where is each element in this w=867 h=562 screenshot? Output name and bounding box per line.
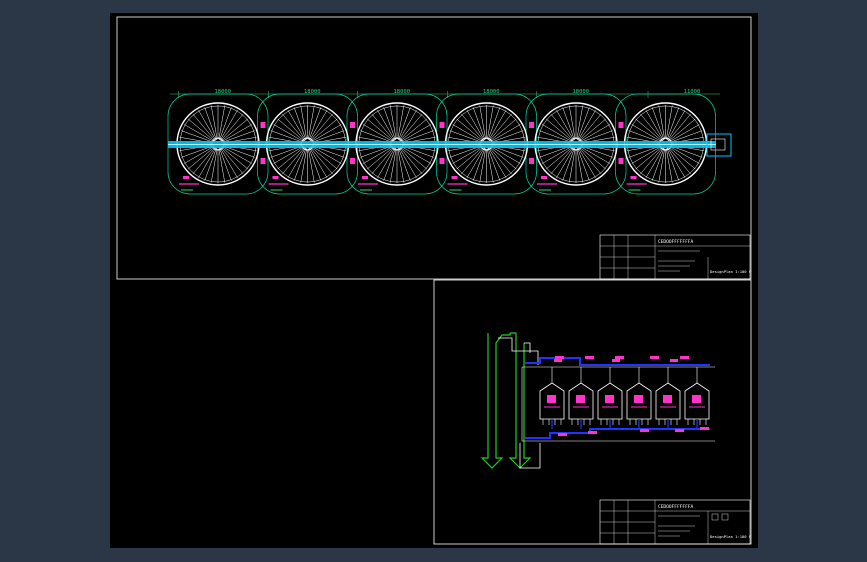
annotation-mark [183, 176, 189, 179]
bottom-drawing-frame [433, 279, 752, 545]
cad-drawing-canvas[interactable]: 18000 18000 18000 18000 18000 11000 CEDO… [110, 13, 758, 548]
title-block-bottom: CEDOOFFFFFFFA DesignPlan 1:100 F [599, 499, 752, 545]
title-block-header: CEDOOFFFFFFFA [658, 504, 694, 510]
valve-mark [260, 158, 266, 164]
flow-label-mark [650, 356, 659, 359]
return-loop-left [480, 333, 511, 469]
filter-unit [655, 359, 681, 429]
flow-label-mark [588, 431, 597, 434]
tank-plan-view: 18000 18000 18000 18000 18000 11000 [167, 89, 732, 195]
process-flow-diagram [480, 332, 715, 469]
annotation-mark [630, 176, 637, 179]
valve-mark [618, 122, 624, 128]
flow-label-mark [615, 356, 624, 359]
valve-mark [529, 122, 534, 128]
filter-unit [684, 367, 710, 429]
tank-annotations [179, 122, 647, 191]
filter-unit [597, 359, 623, 429]
connector-top [498, 337, 539, 365]
flow-label-mark [675, 429, 684, 432]
cad-viewer: 18000 18000 18000 18000 18000 11000 CEDO… [0, 0, 867, 562]
valve-mark [260, 122, 266, 128]
flow-label-mark [555, 356, 564, 359]
title-block-header: CEDOOFFFFFFFA [658, 239, 694, 245]
annotation-mark [362, 176, 368, 179]
annotation-mark [541, 176, 547, 179]
title-block-top: CEDOOFFFFFFFA DesignPlan 1:100 F [599, 234, 752, 280]
filter-unit [539, 359, 565, 429]
flow-label-mark [585, 356, 594, 359]
flow-label-mark [700, 427, 709, 430]
valve-mark [618, 158, 624, 164]
flow-label-mark [558, 433, 567, 436]
filter-units [539, 356, 710, 436]
annotation-mark [451, 176, 458, 179]
title-block-drawing-ref: DesignPlan 1:100 F [710, 534, 752, 539]
filter-unit [626, 367, 652, 429]
annotation-mark [272, 176, 279, 179]
flow-label-mark [640, 429, 649, 432]
valve-mark [350, 122, 355, 128]
drawing-sheet: 18000 18000 18000 18000 18000 11000 CEDO… [110, 13, 758, 548]
valve-mark [439, 158, 445, 164]
title-block-drawing-ref: DesignPlan 1:100 F [710, 269, 752, 274]
valve-mark [350, 158, 355, 164]
flow-label-mark [680, 356, 689, 359]
valve-mark [529, 158, 534, 164]
filter-unit [568, 367, 594, 429]
valve-mark [439, 122, 445, 128]
